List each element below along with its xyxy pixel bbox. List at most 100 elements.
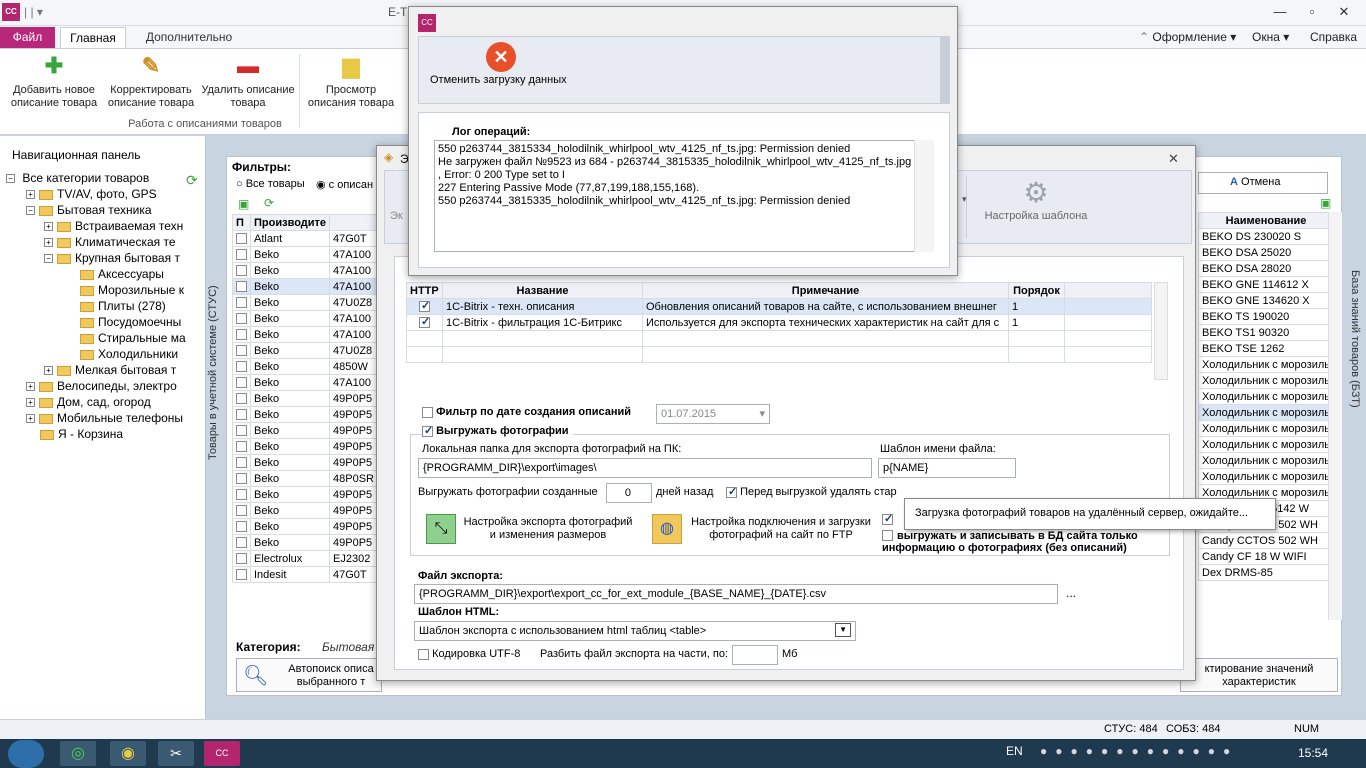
table-row[interactable]: Холодильник с морозиль [1198,420,1334,437]
table-row[interactable]: Beko 47A100 [232,278,378,295]
table-row[interactable]: BEKO TSE 1262 [1198,340,1334,357]
template-settings-button[interactable]: ⚙ Настройка шаблона [978,176,1094,222]
add-description-button[interactable]: ✚ Добавить новое описание товара [6,54,102,110]
table-row[interactable]: Candy CCTOS 502 WH [1198,532,1334,549]
upload-photos-checkbox[interactable] [882,512,893,526]
tree-item[interactable]: + Мелкая бытовая т [44,362,176,378]
tree-item[interactable]: + Мобильные телефоны [26,410,183,426]
local-folder-field[interactable]: {PROGRAMM_DIR}\export\images\ [418,458,872,478]
ftp-settings-button[interactable]: ◍ Настройка подключения и загрузки фотог… [652,512,872,548]
table-row[interactable]: Холодильник с морозиль [1198,356,1334,373]
tab-file[interactable]: Файл [0,27,55,48]
chrome-icon[interactable]: ◉ [110,741,146,766]
minimize-icon[interactable]: — [1266,2,1294,22]
export-photos-checkbox[interactable]: Выгружать фотографии [422,424,573,437]
tree-item[interactable]: − Крупная бытовая т [44,250,180,266]
table-row[interactable]: 1C-Bitrix - техн. описания Обновления оп… [406,298,1152,315]
delete-before-checkbox[interactable]: Перед выгрузкой удалять стар [726,485,897,498]
table-row[interactable]: Electrolux EJ2302 [232,550,378,567]
tree-item[interactable]: Стиральные ма [80,330,186,346]
table-row[interactable]: Candy CF 18 W WIFI [1198,548,1334,565]
row-checkbox[interactable] [236,297,247,309]
cancel-search-button[interactable]: A Отмена [1230,176,1280,188]
log-toolbar-overflow[interactable] [940,36,950,104]
row-checkbox[interactable] [236,489,247,501]
row-checkbox[interactable] [236,361,247,373]
table-row[interactable]: Beko 47U0Z8 [232,294,378,311]
kb-scrollbar[interactable] [1328,212,1342,620]
table-row[interactable]: BEKO TS 190020 [1198,308,1334,325]
tree-item[interactable]: Плиты (278) [80,298,166,314]
utf8-checkbox[interactable]: Кодировка UTF-8 [418,648,520,660]
name-template-field[interactable]: p{NAME} [878,458,1016,478]
appearance-menu[interactable]: ⌃ Оформление ▾ [1139,30,1236,44]
table-row[interactable]: Dex DRMS-85 [1198,564,1334,581]
export-grid-icon[interactable]: ▣ [238,197,249,211]
photo-export-settings-button[interactable]: ⤡ Настройка экспорта фотографий и измене… [426,512,636,548]
cancel-load-button[interactable]: ✕ Отменить загрузку данных [430,42,580,86]
table-row[interactable]: Холодильник с морозиль [1198,468,1334,485]
autosearch-button[interactable]: 🔍︎ Автопоиск описа выбранного т [236,658,382,692]
radio-all-products[interactable]: ○ Все товары [236,178,305,190]
delete-description-button[interactable]: ▬ Удалить описание товара [200,54,296,110]
row-checkbox[interactable] [236,377,247,389]
row-checkbox[interactable] [236,281,247,293]
row-checkbox[interactable] [236,249,247,261]
tray-icons[interactable]: ●●●●●●●●●●●●● [1040,744,1238,758]
windows-menu[interactable]: Окна ▾ [1252,30,1289,44]
table-row[interactable]: Beko 49P0P5 [232,502,378,519]
export-file-field[interactable]: {PROGRAMM_DIR}\export\export_cc_for_ext_… [414,584,1058,604]
table-row[interactable]: BEKO GNE 134620 X [1198,292,1334,309]
table-row[interactable]: BEKO DS 230020 S [1198,228,1334,245]
tree-item[interactable]: Аксессуары [80,266,164,282]
table-row[interactable]: Холодильник с морозиль [1198,404,1334,421]
tree-item[interactable]: Посудомоечны [80,314,181,330]
tree-item[interactable]: + Дом, сад, огород [26,394,151,410]
row-checkbox[interactable] [236,329,247,341]
tree-item[interactable]: + Встраиваемая техн [44,218,183,234]
photos-days-stepper[interactable]: 0 [606,483,652,503]
col-name[interactable]: Название [442,282,643,299]
table-row[interactable]: Beko 49P0P5 [232,454,378,471]
col-header-p[interactable]: П [232,214,251,231]
edit-values-button[interactable]: ктирование значений характеристик [1180,658,1338,692]
tree-item[interactable]: Я - Корзина [40,426,123,442]
row-checkbox[interactable] [236,393,247,405]
http-checkbox[interactable] [419,300,430,313]
row-checkbox[interactable] [236,313,247,325]
tree-item[interactable]: − Бытовая техника [26,202,152,218]
table-row[interactable]: Beko 49P0P5 [232,406,378,423]
table-row[interactable]: 1C-Bitrix - фильтрация 1С-Битрикс Исполь… [406,314,1152,331]
export-kb-icon[interactable]: ▣ [1320,196,1331,210]
edit-description-button[interactable]: ✎ Корректировать описание товара [103,54,199,110]
table-row[interactable]: Холодильник с морозиль [1198,372,1334,389]
table-row[interactable]: Beko 49P0P5 [232,534,378,551]
table-row[interactable]: Beko 49P0P5 [232,486,378,503]
table-row[interactable]: BEKO DSA 28020 [1198,260,1334,277]
table-row[interactable]: Atlant 47G0T [232,230,378,247]
table-row[interactable]: Холодильник с морозиль [1198,452,1334,469]
table-row[interactable]: Холодильник с морозиль [1198,436,1334,453]
log-scrollbar[interactable] [914,140,934,252]
row-checkbox[interactable] [236,537,247,549]
language-indicator[interactable]: EN [1006,744,1023,758]
table-row[interactable]: Beko 47A100 [232,310,378,327]
taskbar-tool-icon[interactable]: ✂ [158,741,194,766]
export-dialog-close-icon[interactable]: ✕ [1168,151,1179,167]
taskbar-app-icon[interactable]: ◎ [60,741,96,766]
table-row[interactable]: Indesit 47G0T [232,566,378,583]
refresh-icon[interactable]: ⟳ [186,172,198,189]
row-checkbox[interactable] [236,457,247,469]
modules-scrollbar[interactable] [1154,282,1168,380]
http-checkbox[interactable] [419,316,430,329]
maximize-icon[interactable]: ▫ [1298,2,1326,22]
tree-item[interactable]: Холодильники [80,346,178,362]
table-row[interactable]: Beko 47A100 [232,374,378,391]
col-note[interactable]: Примечание [642,282,1009,299]
quick-access-icon[interactable]: | | ▾ [24,5,43,19]
table-row[interactable]: Beko 47A100 [232,262,378,279]
tree-item[interactable]: Морозильные к [80,282,184,298]
table-row[interactable]: Холодильник с морозиль [1198,388,1334,405]
radio-with-desc[interactable]: ◉ с описан [316,178,373,191]
only-photo-info-checkbox[interactable]: выгружать и записывать в БД сайта только… [882,530,1162,554]
